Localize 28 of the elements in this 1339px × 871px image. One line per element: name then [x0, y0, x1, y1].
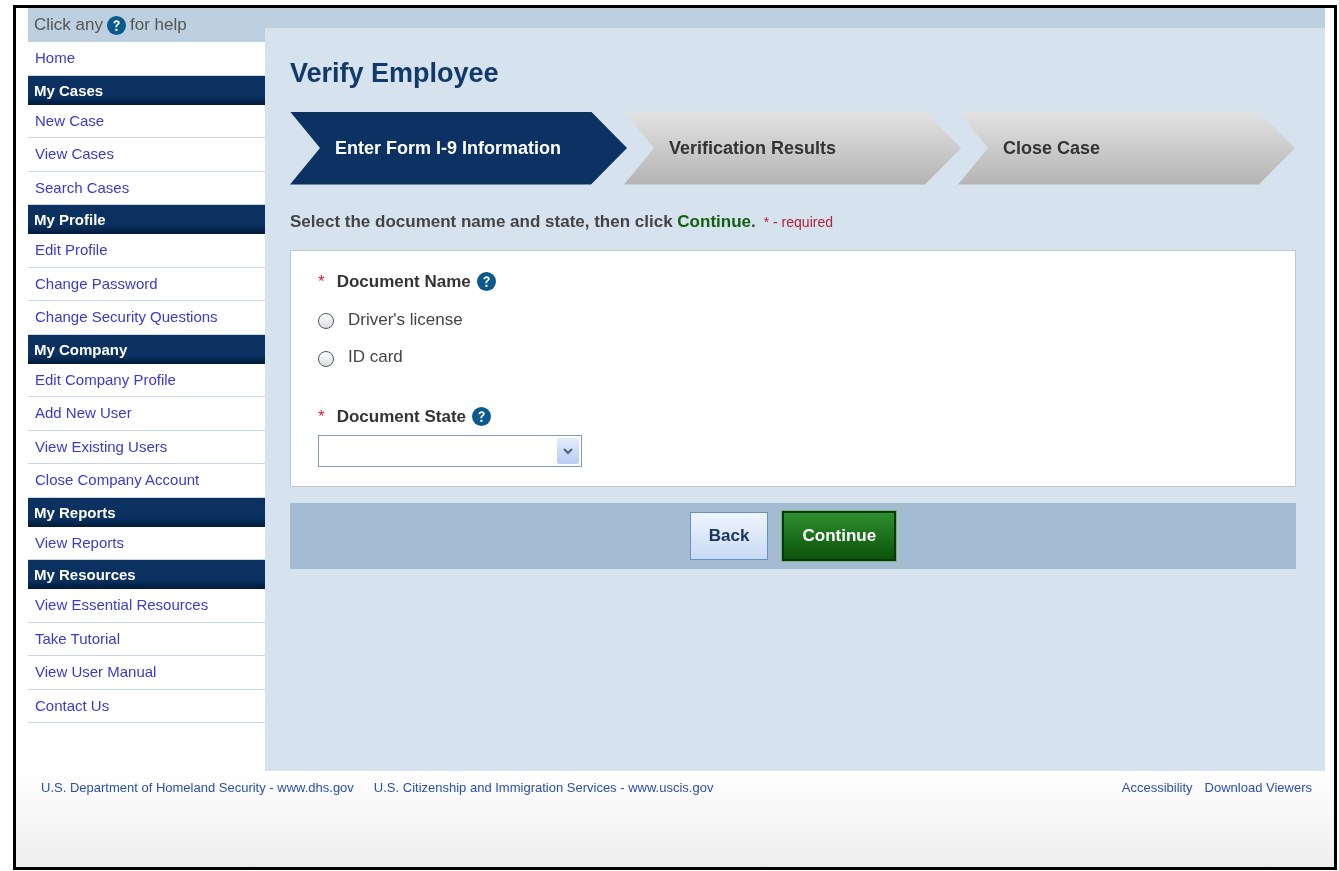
help-text: for help	[129, 14, 187, 37]
sidebar-header: My Reports	[28, 497, 265, 527]
footer-link[interactable]: Accessibility	[1121, 780, 1193, 795]
help-icon[interactable]	[472, 406, 492, 426]
help-icon[interactable]	[106, 15, 126, 35]
help-text: Click any	[34, 14, 103, 37]
back-button[interactable]: Back	[689, 512, 769, 560]
field-label: Document Name	[336, 271, 471, 293]
instruction-text: Select the document name and state, then click Continue. * - required	[290, 210, 834, 233]
continue-button[interactable]: Continue	[782, 511, 897, 561]
option-label: Driver's license	[348, 308, 463, 331]
footer-link[interactable]: Download Viewers	[1204, 780, 1312, 795]
field-label: Document State	[336, 405, 467, 428]
required-mark: *	[318, 271, 325, 293]
footer-link[interactable]: U.S. Department of Homeland Security - www.dhs.gov	[41, 780, 354, 795]
dropdown-field[interactable]	[318, 435, 582, 467]
radio-button[interactable]	[318, 350, 334, 367]
sidebar-header: My Resources	[28, 560, 265, 589]
option-label: ID card	[348, 346, 403, 368]
page-title: Verify Employee	[290, 57, 500, 90]
radio-button[interactable]	[318, 313, 334, 330]
required-mark: *	[318, 405, 325, 428]
help-icon[interactable]	[476, 272, 496, 292]
sidebar-header: My Cases	[28, 75, 265, 105]
sidebar-header: My Company	[28, 334, 265, 364]
sidebar-header: My Profile	[28, 205, 265, 234]
caret-icon	[563, 447, 573, 455]
footer-link[interactable]: U.S. Citizenship and Immigration Services - www.uscis.gov	[373, 780, 714, 795]
